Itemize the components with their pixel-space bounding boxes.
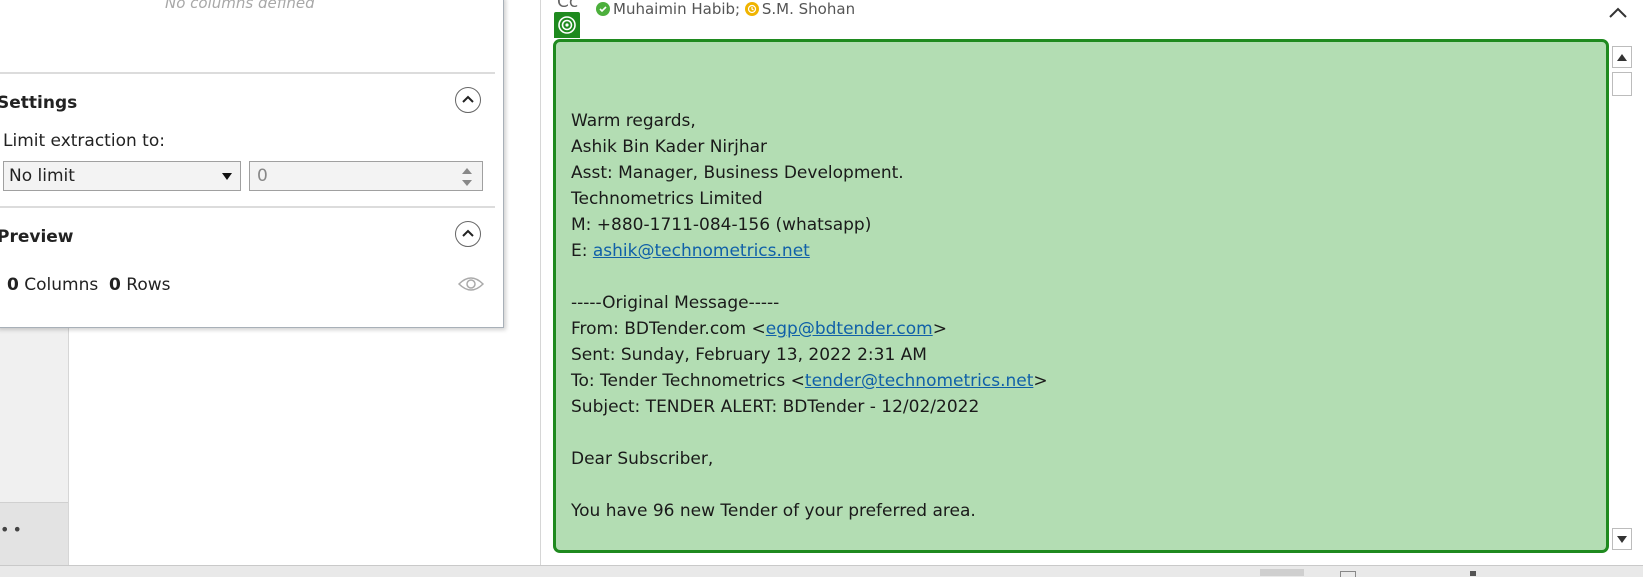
spin-down-icon[interactable] <box>462 180 472 186</box>
zoom-slider-knob[interactable] <box>1470 571 1476 576</box>
section-divider <box>0 206 495 208</box>
sender-email-line: E: ashik@technometrics.net <box>571 238 1048 264</box>
section-divider <box>0 72 495 74</box>
to-prefix: To: Tender Technometrics < <box>571 371 805 391</box>
cc-recipients: Muhaimin Habib; S.M. Shohan <box>596 0 855 18</box>
subject-line: Subject: TENDER ALERT: BDTender - 12/02/… <box>571 397 980 417</box>
sender-mobile: M: +880-1711-084-156 (whatsapp) <box>571 215 872 235</box>
dropdown-caret-icon <box>222 173 232 180</box>
scroll-down-button[interactable] <box>1612 528 1632 550</box>
preview-section-title: Preview <box>0 227 74 247</box>
sender-title: Asst: Manager, Business Development. <box>571 163 904 183</box>
presence-available-icon <box>596 2 610 16</box>
email-body: Warm regards, Ashik Bin Kader Nirjhar As… <box>571 108 1048 524</box>
arrow-up-icon <box>1617 54 1627 61</box>
cc-label: Cc <box>557 0 579 12</box>
limit-number-input[interactable]: 0 <box>249 161 483 191</box>
preview-collapse-button[interactable] <box>455 221 481 247</box>
target-selector-icon[interactable] <box>554 12 580 38</box>
limit-select[interactable]: No limit <box>3 161 241 191</box>
sender-email-link[interactable]: ashik@technometrics.net <box>593 241 810 261</box>
message-line: You have 96 new Tender of your preferred… <box>571 501 976 521</box>
arrow-down-icon <box>1617 536 1627 543</box>
columns-placeholder: No columns defined <box>165 0 315 11</box>
to-email-link[interactable]: tender@technometrics.net <box>805 371 1033 391</box>
closing-line: Warm regards, <box>571 111 696 131</box>
pane-separator[interactable] <box>540 0 541 565</box>
presence-away-icon <box>744 2 759 16</box>
from-prefix: From: BDTender.com < <box>571 319 766 339</box>
from-suffix: > <box>932 319 947 339</box>
limit-select-value: No limit <box>9 166 75 186</box>
scrollbar-thumb[interactable] <box>1612 72 1632 96</box>
eye-icon[interactable] <box>458 276 484 292</box>
original-message-header: -----Original Message----- <box>571 293 780 313</box>
rows-label: Rows <box>126 275 171 295</box>
more-options-icon[interactable]: •• <box>0 522 25 538</box>
recipient-name[interactable]: S.M. Shohan <box>762 0 855 18</box>
scroll-up-button[interactable] <box>1612 46 1632 68</box>
spin-up-icon[interactable] <box>462 168 472 174</box>
limit-number-value: 0 <box>257 166 268 186</box>
columns-count: 0 <box>7 275 19 295</box>
sender-company: Technometrics Limited <box>571 189 763 209</box>
recipient-name[interactable]: Muhaimin Habib; <box>613 0 740 18</box>
rows-count: 0 <box>109 275 121 295</box>
limit-extraction-label: Limit extraction to: <box>3 131 165 151</box>
preview-stats: 0 Columns 0 Rows <box>7 275 171 295</box>
extraction-panel: No columns defined Settings Limit extrac… <box>0 0 504 328</box>
email-prefix: E: <box>571 241 593 261</box>
from-email-link[interactable]: egp@bdtender.com <box>766 319 933 339</box>
columns-label: Columns <box>24 275 99 295</box>
settings-collapse-button[interactable] <box>455 87 481 113</box>
to-suffix: > <box>1033 371 1048 391</box>
collapse-header-icon[interactable] <box>1608 6 1628 20</box>
from-line: From: BDTender.com <egp@bdtender.com> <box>571 316 1048 342</box>
sender-name: Ashik Bin Kader Nirjhar <box>571 137 768 157</box>
settings-section-title: Settings <box>0 93 78 113</box>
sent-line: Sent: Sunday, February 13, 2022 2:31 AM <box>571 345 927 365</box>
greeting-line: Dear Subscriber, <box>571 449 714 469</box>
status-bar <box>0 565 1643 577</box>
chevron-up-icon <box>462 95 474 103</box>
chevron-up-icon <box>462 229 474 237</box>
normal-view-button[interactable] <box>1260 569 1304 576</box>
reading-view-button[interactable] <box>1340 571 1356 577</box>
to-line: To: Tender Technometrics <tender@technom… <box>571 368 1048 394</box>
